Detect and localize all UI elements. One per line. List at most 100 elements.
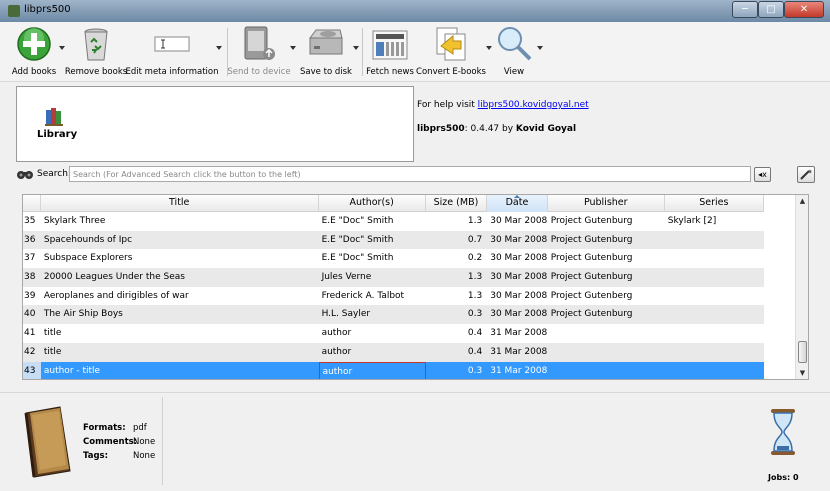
size-cell: 0.4: [467, 328, 483, 339]
toolbar-separator: [362, 28, 363, 76]
row-number: 37: [24, 253, 36, 264]
row-number: 36: [24, 234, 36, 245]
wand-icon: [800, 169, 812, 180]
edit-meta-dropdown-arrow[interactable]: [216, 46, 222, 50]
date-cell: 30 Mar 2008: [490, 290, 548, 301]
row-number-header: [23, 195, 41, 212]
date-cell: 30 Mar 2008: [490, 253, 548, 264]
column-header-author-s[interactable]: Author(s): [319, 195, 426, 212]
maximize-button[interactable]: □: [758, 1, 784, 18]
send-to-device-button[interactable]: Send to device: [227, 24, 291, 77]
tags-value: None: [133, 451, 156, 461]
magnifier-icon: [494, 24, 534, 64]
table-row[interactable]: 35 Skylark Three E.E "Doc" Smith 1.3 30 Mar …: [23, 212, 764, 231]
column-header-title[interactable]: Title: [41, 195, 319, 212]
search-label: Search:: [37, 169, 71, 179]
size-cell: 0.7: [467, 234, 483, 245]
series-cell: [665, 343, 764, 362]
title-cell: title: [43, 328, 62, 339]
author-cell: E.E "Doc" Smith: [321, 253, 394, 264]
minimize-button[interactable]: ─: [732, 1, 758, 18]
scroll-down-arrow-icon[interactable]: ▼: [796, 367, 808, 379]
publisher-cell: Project Gutenburg: [550, 272, 633, 283]
help-text: For help visit libprs500.kovidgoyal.net: [417, 100, 589, 110]
window-controls: ─ □ ✕: [732, 1, 824, 18]
author-cell: author: [321, 328, 352, 339]
author-cell: Jules Verne: [321, 272, 372, 283]
library-icon: [43, 105, 65, 127]
convert-icon: [431, 24, 471, 64]
send-dropdown-arrow[interactable]: [290, 46, 296, 50]
trash-icon: [76, 24, 116, 64]
save-dropdown-arrow[interactable]: [353, 46, 359, 50]
author-cell: E.E "Doc" Smith: [321, 234, 394, 245]
title-cell: Aeroplanes and dirigibles of war: [43, 290, 189, 301]
publisher-cell: Project Gutenburg: [550, 234, 633, 245]
convert-dropdown-arrow[interactable]: [486, 46, 492, 50]
column-header-publisher[interactable]: Publisher: [548, 195, 665, 212]
window-title: libprs500: [24, 4, 71, 15]
title-cell: Spacehounds of Ipc: [43, 234, 133, 245]
table-row[interactable]: 36 Spacehounds of Ipc E.E "Doc" Smith 0.7 30…: [23, 230, 764, 250]
column-header-series[interactable]: Series: [665, 195, 764, 212]
device-icon: [239, 24, 279, 64]
search-input[interactable]: [69, 166, 751, 182]
row-number: 42: [24, 346, 36, 357]
jobs-counter[interactable]: Jobs: 0: [768, 473, 799, 482]
add-books-dropdown-arrow[interactable]: [59, 46, 65, 50]
table-row[interactable]: 41 title author 0.4 31 Mar 2008: [23, 324, 764, 343]
table-row[interactable]: 42 title author 0.4 31 Mar 2008: [23, 342, 764, 362]
advanced-search-button[interactable]: [797, 166, 815, 183]
close-button[interactable]: ✕: [784, 1, 824, 18]
author-cell: Frederick A. Talbot: [321, 290, 405, 301]
author-cell: author: [321, 346, 352, 357]
view-dropdown-arrow[interactable]: [537, 46, 543, 50]
date-cell: 31 Mar 2008: [490, 346, 548, 357]
row-number: 39: [24, 290, 36, 301]
date-cell: 31 Mar 2008: [490, 328, 548, 339]
scroll-thumb[interactable]: [798, 341, 807, 363]
title-cell: Subspace Explorers: [43, 253, 133, 264]
help-link[interactable]: libprs500.kovidgoyal.net: [478, 100, 589, 110]
books-table: Title Author(s) Size (MB) Date Publisher Seri…: [22, 194, 809, 380]
view-button[interactable]: View: [494, 24, 534, 77]
series-cell: Skylark [2]: [667, 216, 717, 226]
column-header-date[interactable]: Date: [487, 195, 548, 212]
clear-search-button[interactable]: ◂x: [754, 167, 771, 182]
size-cell: 1.3: [467, 272, 483, 283]
book-cover-icon: [20, 405, 76, 479]
table-row[interactable]: 40 The Air Ship Boys H.L. Sayler 0.3 30 Mar …: [23, 305, 764, 325]
table-row[interactable]: 43 author - title author 0.3 31 Mar 2008: [23, 361, 764, 380]
row-number: 38: [24, 272, 36, 283]
scroll-up-arrow-icon[interactable]: ▲: [796, 195, 808, 207]
library-label: Library: [37, 129, 78, 140]
size-cell: 1.3: [467, 216, 483, 226]
table-row[interactable]: 37 Subspace Explorers E.E "Doc" Smith 0.2 30…: [23, 249, 764, 268]
vertical-scrollbar[interactable]: ▲ ▼: [795, 195, 808, 379]
title-cell: 20000 Leagues Under the Seas: [43, 272, 185, 283]
series-cell: [665, 249, 764, 268]
hourglass-icon[interactable]: [770, 408, 796, 456]
size-cell: 0.4: [467, 346, 483, 357]
fetch-news-button[interactable]: Fetch news: [366, 24, 414, 77]
save-to-disk-button[interactable]: Save to disk: [300, 24, 352, 77]
book-metadata: Formats: pdf Comments: None Tags: None: [83, 423, 156, 461]
series-cell: [665, 362, 764, 380]
table-row[interactable]: 39 Aeroplanes and dirigibles of war Freder…: [23, 287, 764, 306]
publisher-cell: [548, 343, 665, 362]
author-cell: H.L. Sayler: [321, 309, 371, 320]
add-books-button[interactable]: Add books: [12, 24, 56, 77]
row-number: 41: [24, 328, 36, 339]
table-row[interactable]: 38 20000 Leagues Under the Seas Jules Vern…: [23, 268, 764, 287]
edit-meta-button[interactable]: Edit meta information: [126, 24, 218, 77]
library-panel[interactable]: Library: [16, 86, 414, 162]
column-header-size-mb[interactable]: Size (MB): [426, 195, 488, 212]
date-cell: 30 Mar 2008: [490, 272, 548, 283]
version-info: libprs500: 0.4.47 by Kovid Goyal: [417, 124, 577, 134]
convert-ebooks-button[interactable]: Convert E-books: [416, 24, 486, 77]
binoculars-icon[interactable]: [17, 168, 33, 180]
publisher-cell: Project Gutenburg: [550, 253, 633, 264]
date-cell: 30 Mar 2008: [490, 309, 548, 320]
remove-books-button[interactable]: Remove books: [65, 24, 127, 77]
size-cell: 0.2: [467, 253, 483, 264]
